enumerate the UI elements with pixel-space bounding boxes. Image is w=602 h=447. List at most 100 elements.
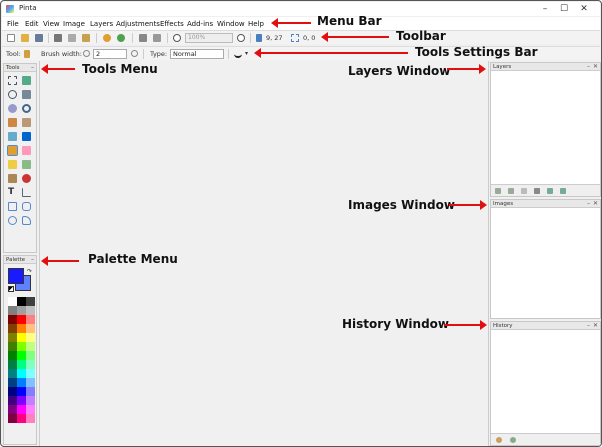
palette-color-swatch[interactable]: [26, 369, 35, 378]
palette-color-swatch[interactable]: [17, 414, 26, 423]
menu-layers[interactable]: Layers: [90, 20, 113, 28]
palette-color-swatch[interactable]: [26, 297, 35, 306]
close-button[interactable]: ✕: [578, 3, 590, 15]
palette-color-swatch[interactable]: [17, 351, 26, 360]
palette-color-swatch[interactable]: [17, 315, 26, 324]
primary-color-swatch[interactable]: [8, 268, 24, 284]
copy-icon[interactable]: [68, 34, 76, 42]
minimize-button[interactable]: –: [539, 3, 551, 15]
menu-window[interactable]: Window: [217, 20, 245, 28]
menu-help[interactable]: Help: [248, 20, 264, 28]
palette-color-swatch[interactable]: [26, 405, 35, 414]
move-selected-icon[interactable]: [22, 76, 31, 85]
zoom-out-icon[interactable]: [173, 34, 181, 42]
new-file-icon[interactable]: [7, 34, 15, 42]
palette-color-swatch[interactable]: [8, 324, 17, 333]
palette-color-swatch[interactable]: [26, 342, 35, 351]
delete-layer-icon[interactable]: [508, 188, 514, 194]
palette-color-swatch[interactable]: [8, 378, 17, 387]
close-panel-icon[interactable]: ✕: [593, 322, 598, 330]
palette-color-swatch[interactable]: [17, 306, 26, 315]
palette-color-swatch[interactable]: [8, 387, 17, 396]
palette-color-swatch[interactable]: [26, 351, 35, 360]
text-tool-icon[interactable]: T: [8, 188, 17, 197]
menu-view[interactable]: View: [43, 20, 60, 28]
palette-color-swatch[interactable]: [8, 342, 17, 351]
line-curve-icon[interactable]: [22, 188, 31, 197]
palette-color-swatch[interactable]: [17, 396, 26, 405]
color-picker-icon[interactable]: [22, 160, 31, 169]
magic-wand-icon[interactable]: [8, 118, 17, 127]
ellipse-select-icon[interactable]: [8, 104, 17, 113]
open-file-icon[interactable]: [21, 34, 29, 42]
palette-color-swatch[interactable]: [26, 315, 35, 324]
palette-color-swatch[interactable]: [26, 333, 35, 342]
crop-to-selection-icon[interactable]: [139, 34, 147, 42]
swap-colors-icon[interactable]: ↷: [27, 268, 32, 275]
palette-color-swatch[interactable]: [8, 396, 17, 405]
type-dropdown[interactable]: Normal: [170, 49, 224, 59]
palette-color-swatch[interactable]: [8, 315, 17, 324]
pencil-icon[interactable]: [8, 160, 17, 169]
palette-color-swatch[interactable]: [17, 387, 26, 396]
history-undo-icon[interactable]: [496, 437, 502, 443]
save-file-icon[interactable]: [35, 34, 43, 42]
chevron-down-icon[interactable]: ▾: [245, 50, 248, 57]
palette-color-swatch[interactable]: [26, 324, 35, 333]
zoom-icon[interactable]: [22, 104, 31, 113]
pan-icon[interactable]: [22, 118, 31, 127]
lasso-select-icon[interactable]: [8, 90, 17, 99]
ellipse-icon[interactable]: [8, 216, 17, 225]
cut-icon[interactable]: [54, 34, 62, 42]
palette-color-swatch[interactable]: [8, 306, 17, 315]
minimize-panel-icon[interactable]: –: [587, 200, 590, 208]
duplicate-layer-icon[interactable]: [521, 188, 527, 194]
close-panel-icon[interactable]: ✕: [593, 200, 598, 208]
freeform-shape-icon[interactable]: [22, 216, 31, 225]
undo-icon[interactable]: [103, 34, 111, 42]
maximize-button[interactable]: ☐: [558, 3, 570, 15]
rounded-rectangle-icon[interactable]: [22, 202, 31, 211]
palette-color-swatch[interactable]: [17, 324, 26, 333]
palette-color-swatch[interactable]: [26, 387, 35, 396]
palette-color-swatch[interactable]: [26, 360, 35, 369]
palette-color-swatch[interactable]: [26, 306, 35, 315]
antialiasing-icon[interactable]: [234, 50, 242, 58]
recolor-icon[interactable]: [22, 174, 31, 183]
decrease-width-icon[interactable]: [83, 50, 90, 57]
palette-color-swatch[interactable]: [26, 378, 35, 387]
palette-color-swatch[interactable]: [8, 351, 17, 360]
close-panel-icon[interactable]: ✕: [593, 63, 598, 71]
rectangle-select-icon[interactable]: [8, 76, 17, 85]
menu-adjustments[interactable]: Adjustments: [116, 20, 160, 28]
palette-color-swatch[interactable]: [8, 405, 17, 414]
paste-icon[interactable]: [82, 34, 90, 42]
minimize-panel-icon[interactable]: –: [587, 63, 590, 71]
merge-layer-down-icon[interactable]: [534, 188, 540, 194]
palette-color-swatch[interactable]: [8, 297, 17, 306]
minimize-panel-icon[interactable]: –: [587, 322, 590, 330]
menu-file[interactable]: File: [7, 20, 19, 28]
menu-add-ins[interactable]: Add-ins: [187, 20, 213, 28]
zoom-combo[interactable]: 100%: [185, 33, 233, 43]
increase-width-icon[interactable]: [131, 50, 138, 57]
menu-image[interactable]: Image: [63, 20, 85, 28]
minimize-panel-icon[interactable]: –: [31, 256, 34, 264]
gradient-icon[interactable]: [22, 132, 31, 141]
add-layer-icon[interactable]: [495, 188, 501, 194]
palette-color-swatch[interactable]: [17, 369, 26, 378]
rectangle-icon[interactable]: [8, 202, 17, 211]
palette-color-swatch[interactable]: [17, 297, 26, 306]
palette-color-swatch[interactable]: [26, 414, 35, 423]
move-layer-down-icon[interactable]: [560, 188, 566, 194]
minimize-panel-icon[interactable]: –: [31, 64, 34, 72]
paintbrush-tool-icon[interactable]: [7, 145, 18, 156]
eraser-icon[interactable]: [22, 146, 31, 155]
move-selection-icon[interactable]: [22, 90, 31, 99]
deselect-icon[interactable]: [153, 34, 161, 42]
palette-color-swatch[interactable]: [17, 342, 26, 351]
zoom-in-icon[interactable]: [237, 34, 245, 42]
reset-colors-icon[interactable]: [8, 286, 14, 292]
menu-effects[interactable]: Effects: [160, 20, 184, 28]
palette-color-swatch[interactable]: [8, 360, 17, 369]
